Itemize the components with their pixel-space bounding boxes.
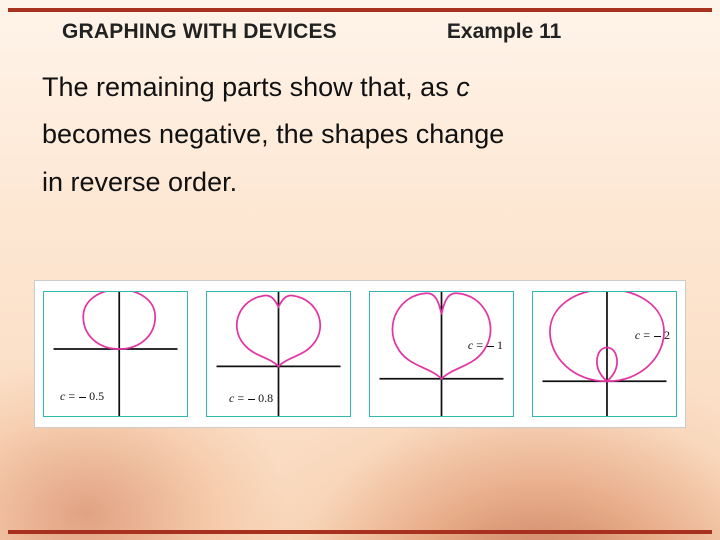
c-label-4: c = 2 [635, 328, 670, 343]
body-line-1a: The remaining parts show that, as [42, 72, 456, 102]
figure-panels: c = 0.5 c = 0.8 c = 1 [43, 291, 677, 417]
top-accent-bar [8, 8, 712, 12]
variable-c: c [456, 72, 470, 102]
slide-header: GRAPHING WITH DEVICES Example 11 [62, 20, 690, 44]
slide-body: The remaining parts show that, as c beco… [42, 64, 680, 206]
figure-container: c = 0.5 c = 0.8 c = 1 [34, 280, 686, 428]
plot-panel-4: c = 2 [532, 291, 677, 417]
c-label-3: c = 1 [468, 338, 503, 353]
plot-svg-4 [533, 292, 676, 416]
body-line-3: in reverse order. [42, 159, 680, 206]
body-line-2: becomes negative, the shapes change [42, 111, 680, 158]
body-line-1: The remaining parts show that, as c [42, 64, 680, 111]
bottom-accent-bar [8, 530, 712, 534]
plot-panel-1: c = 0.5 [43, 291, 188, 417]
plot-panel-3: c = 1 [369, 291, 514, 417]
example-number: Example 11 [447, 20, 561, 44]
c-label-1: c = 0.5 [60, 389, 104, 404]
c-label-2: c = 0.8 [229, 391, 273, 406]
plot-svg-3 [370, 292, 513, 416]
section-title: GRAPHING WITH DEVICES [62, 20, 337, 44]
plot-panel-2: c = 0.8 [206, 291, 351, 417]
